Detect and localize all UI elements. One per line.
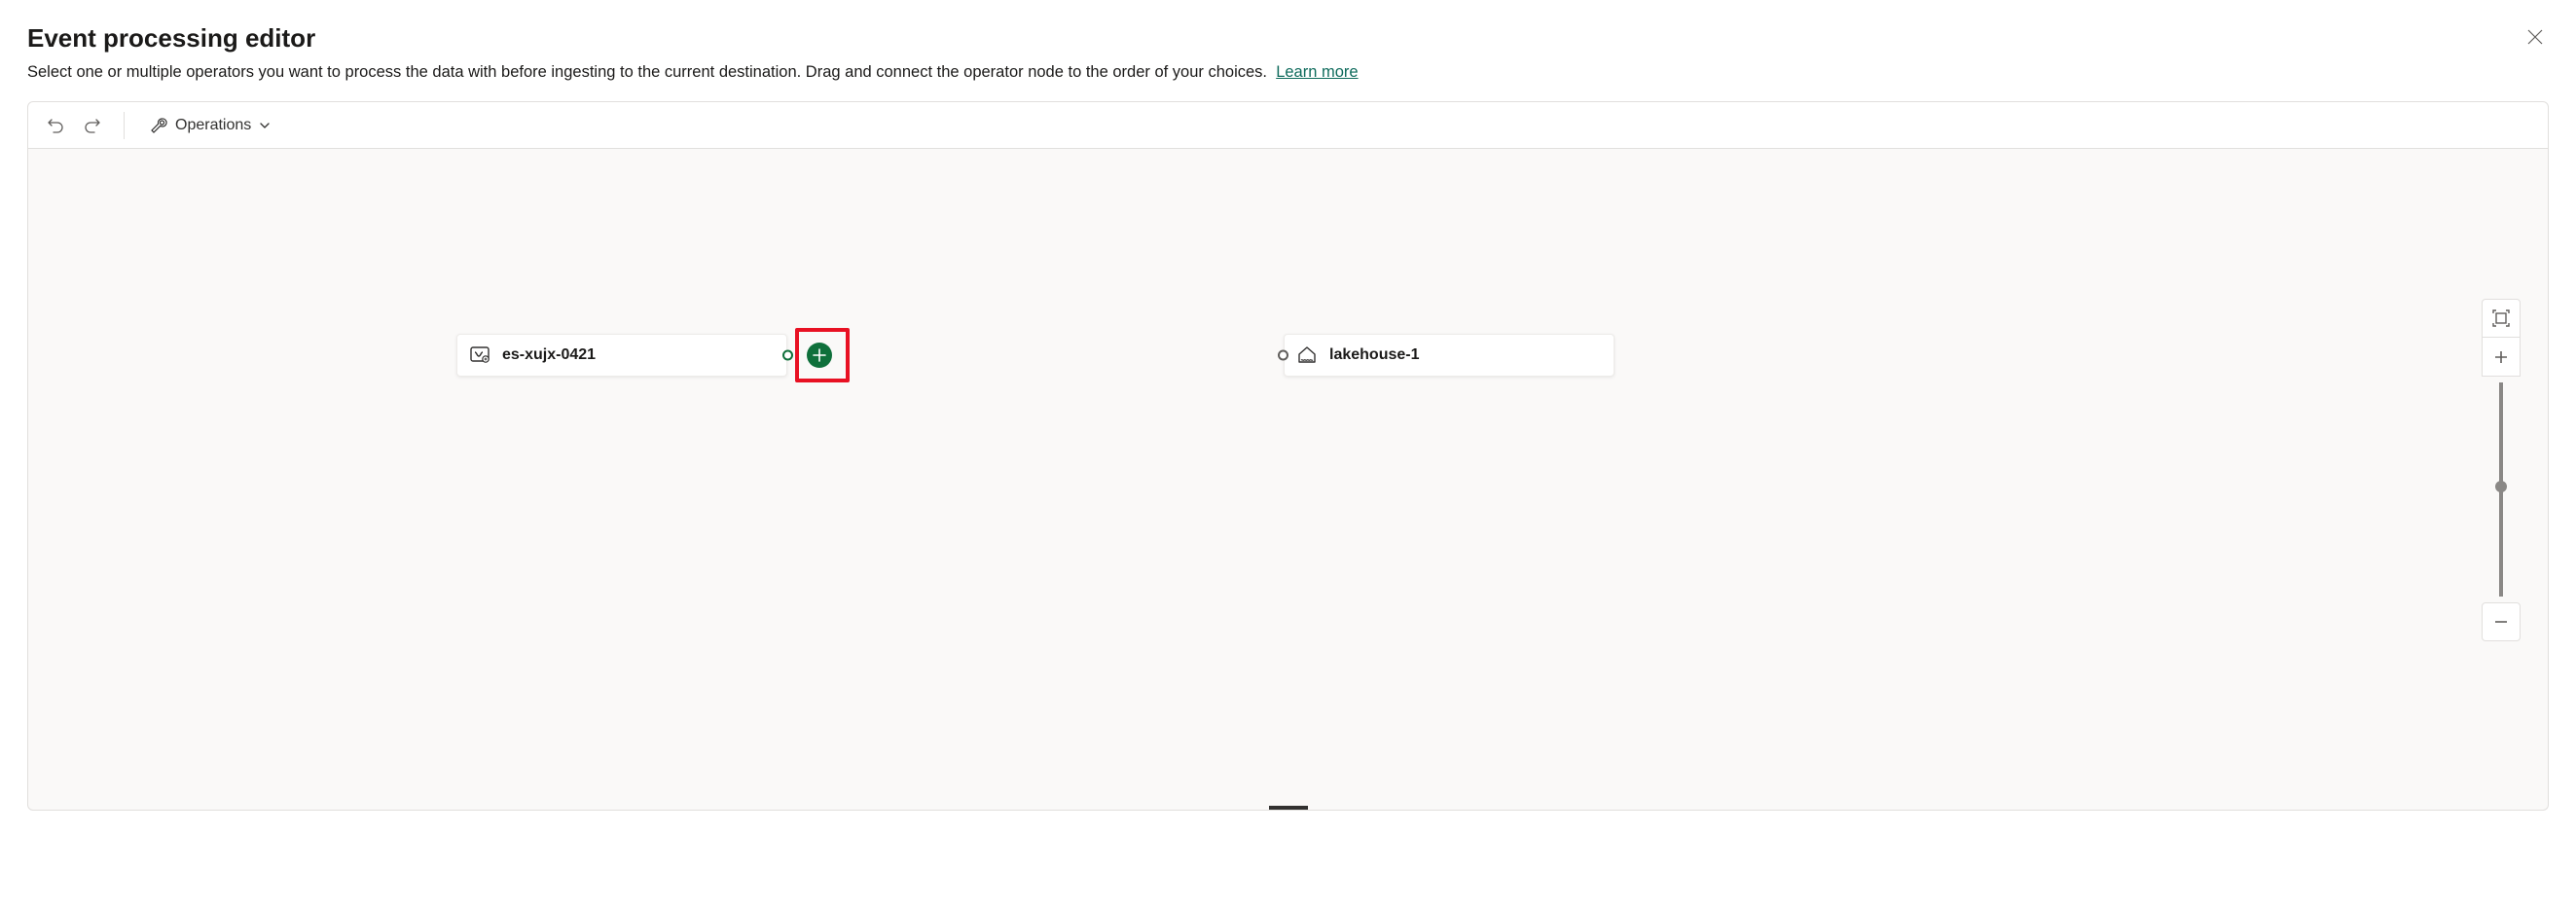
- redo-button[interactable]: [79, 112, 106, 139]
- operations-dropdown[interactable]: Operations: [142, 113, 278, 138]
- plus-icon: [2493, 349, 2509, 365]
- destination-input-port[interactable]: [1278, 350, 1288, 361]
- zoom-slider-thumb[interactable]: [2495, 481, 2507, 492]
- redo-icon: [84, 117, 101, 134]
- undo-icon: [47, 117, 64, 134]
- source-output-port[interactable]: [782, 350, 793, 361]
- canvas[interactable]: es-xujx-0421 lakehouse-1: [27, 149, 2549, 811]
- lakehouse-icon: [1296, 344, 1318, 366]
- zoom-out-button[interactable]: [2482, 602, 2521, 641]
- learn-more-link[interactable]: Learn more: [1276, 63, 1358, 81]
- destination-node[interactable]: lakehouse-1: [1284, 334, 1615, 377]
- close-icon: [2527, 29, 2543, 45]
- zoom-controls: [2482, 299, 2521, 641]
- source-node-label: es-xujx-0421: [502, 346, 596, 364]
- toolbar: Operations: [27, 101, 2549, 149]
- plus-icon: [813, 348, 826, 362]
- zoom-fit-button[interactable]: [2482, 299, 2521, 338]
- page-subtitle: Select one or multiple operators you wan…: [27, 63, 2549, 82]
- undo-button[interactable]: [42, 112, 69, 139]
- toolbar-divider: [124, 112, 125, 139]
- minus-icon: [2493, 614, 2509, 630]
- resize-handle[interactable]: [1269, 806, 1308, 810]
- page-title: Event processing editor: [27, 23, 315, 54]
- close-button[interactable]: [2522, 23, 2549, 51]
- wrench-icon: [150, 117, 167, 134]
- destination-node-label: lakehouse-1: [1329, 346, 1419, 364]
- eventstream-icon: [469, 344, 490, 366]
- zoom-slider[interactable]: [2499, 382, 2503, 597]
- operations-label: Operations: [175, 117, 251, 134]
- add-operator-button[interactable]: [807, 343, 832, 368]
- source-node[interactable]: es-xujx-0421: [456, 334, 787, 377]
- zoom-in-button[interactable]: [2482, 338, 2521, 377]
- chevron-down-icon: [259, 120, 271, 131]
- fit-screen-icon: [2491, 308, 2511, 328]
- subtitle-text: Select one or multiple operators you wan…: [27, 63, 1267, 81]
